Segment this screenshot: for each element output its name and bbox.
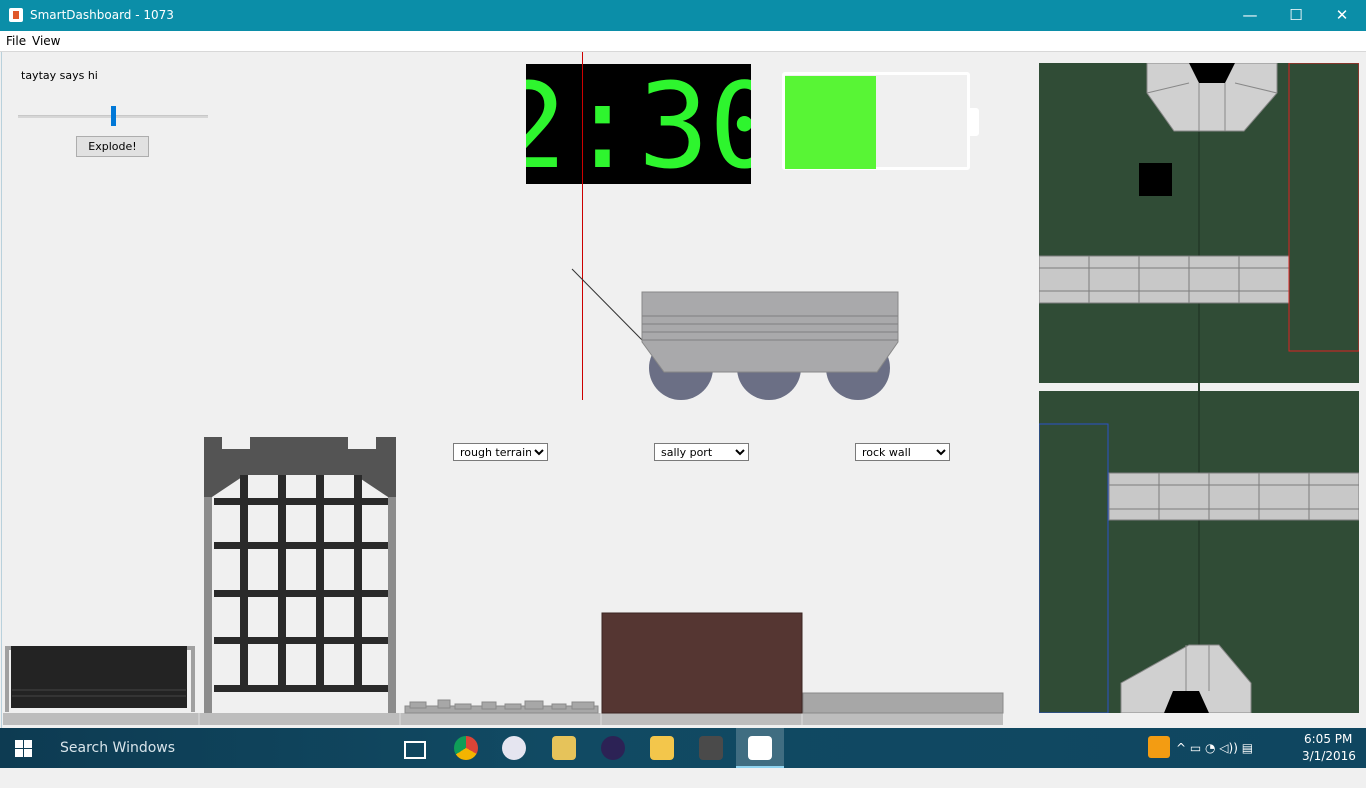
chrome-icon[interactable] — [454, 736, 478, 760]
itunes-icon[interactable] — [502, 736, 526, 760]
windows-start-icon[interactable] — [15, 740, 32, 757]
java-app-icon — [9, 8, 23, 22]
minimize-button[interactable]: — — [1227, 0, 1273, 31]
notification-warning-icon[interactable] — [1148, 736, 1170, 758]
defense-row-bottom — [1108, 472, 1360, 521]
explode-button[interactable]: Explode! — [76, 136, 149, 157]
tray-icons[interactable]: ^ ▭ ◔ ◁)) ▤ — [1176, 728, 1253, 768]
maximize-button[interactable]: ☐ — [1273, 0, 1319, 31]
portcullis-defense — [204, 437, 396, 713]
close-button[interactable]: ✕ — [1319, 0, 1365, 31]
robot-diagram — [571, 268, 899, 400]
menu-view[interactable]: View — [32, 34, 60, 48]
sally-port-defense — [601, 612, 803, 714]
taskbar: Search Windows ^ ▭ ◔ ◁)) ▤ 6:05 PM 3/1/2… — [0, 728, 1366, 768]
timer-text: 2:30 — [526, 64, 751, 184]
field-map-svg — [1038, 62, 1360, 714]
rock-wall-defense — [802, 692, 1004, 714]
task-view-icon[interactable] — [404, 741, 426, 759]
window-title: SmartDashboard - 1073 — [30, 8, 174, 22]
menu-file[interactable]: File — [6, 34, 26, 48]
status-label: taytay says hi — [21, 69, 98, 82]
timer-digits: 2:30 — [496, 57, 780, 195]
ground-bar — [3, 713, 1003, 725]
menu-bar: File View — [0, 31, 1366, 52]
battery-level-fill — [785, 76, 876, 169]
eclipse-icon[interactable] — [601, 736, 625, 760]
battery-terminal — [970, 108, 979, 136]
tray-date[interactable]: 3/1/2016 — [1302, 748, 1356, 788]
taskbar-search[interactable]: Search Windows — [48, 728, 393, 768]
low-bar-defense — [5, 646, 195, 712]
sublime-text-icon[interactable] — [699, 736, 723, 760]
defense-row-top — [1038, 255, 1290, 304]
robot-marker — [1139, 163, 1172, 196]
java-taskbar-button[interactable] — [736, 728, 784, 768]
file-explorer-icon[interactable] — [650, 736, 674, 760]
rough-terrain-defense — [404, 699, 599, 714]
defenses-diagram — [3, 437, 1004, 725]
robot-arm — [571, 268, 645, 343]
slider-thumb[interactable] — [111, 106, 116, 126]
field-map — [1038, 62, 1360, 714]
photos-icon[interactable] — [552, 736, 576, 760]
match-timer: 2:30 — [496, 57, 780, 195]
java-icon — [748, 736, 772, 760]
title-bar: SmartDashboard - 1073 — ☐ ✕ — [0, 0, 1366, 31]
